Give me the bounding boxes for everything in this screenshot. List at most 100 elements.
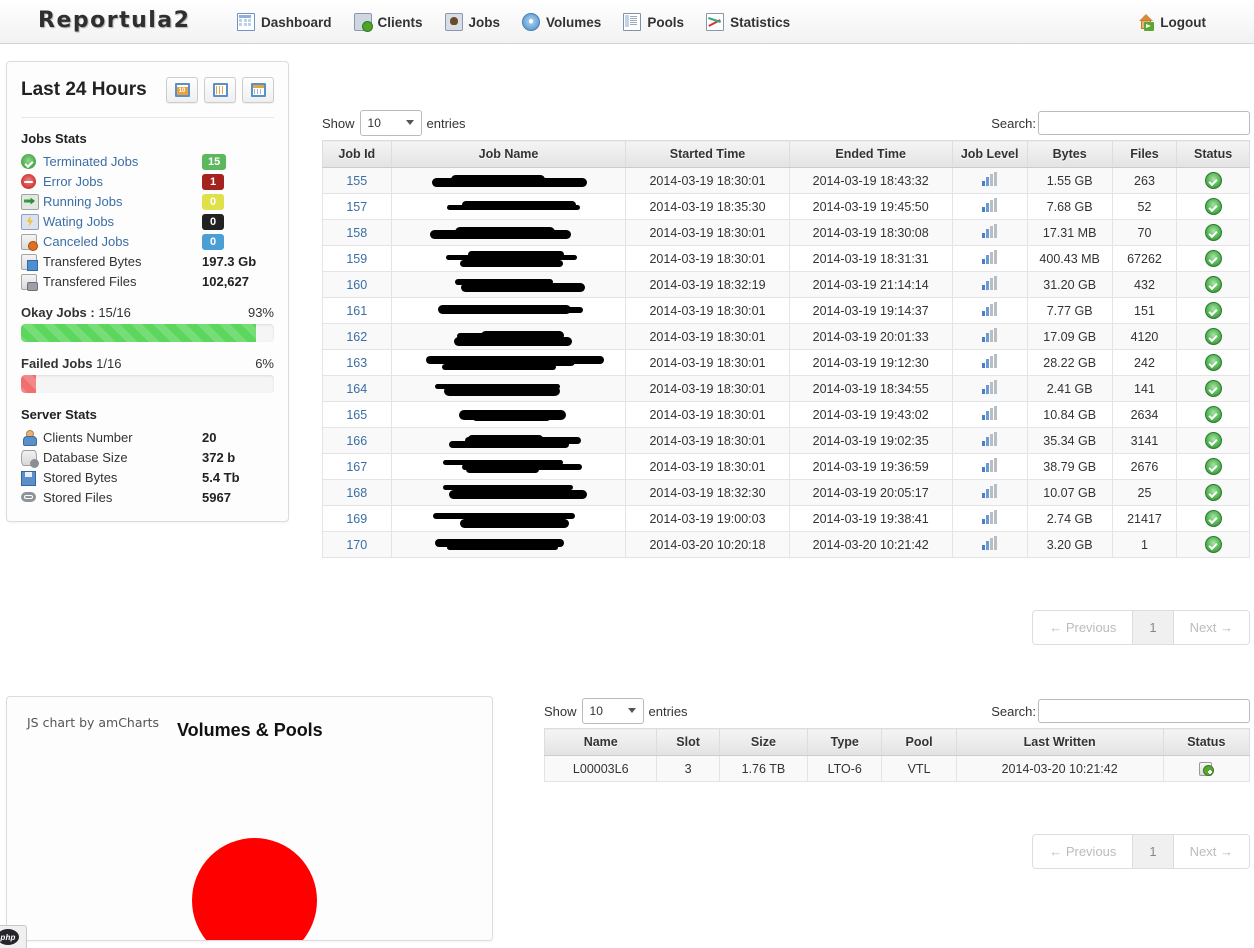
nav-item-pools[interactable]: Pools <box>623 13 684 31</box>
cell-job-id[interactable]: 166 <box>323 428 392 454</box>
cell-job-id[interactable]: 168 <box>323 480 392 506</box>
volumes-page-length-select[interactable]: 10 <box>582 698 644 724</box>
cell-job-name[interactable] <box>391 272 626 298</box>
week-range-button[interactable] <box>204 77 236 103</box>
cell-job-name[interactable] <box>391 194 626 220</box>
table-row[interactable]: 1652014-03-19 18:30:012014-03-19 19:43:0… <box>323 402 1250 428</box>
job-id-link[interactable]: 164 <box>346 382 367 396</box>
stat-row-error-jobs[interactable]: Error Jobs 1 <box>21 171 274 191</box>
table-row[interactable]: 1672014-03-19 18:30:012014-03-19 19:36:5… <box>323 454 1250 480</box>
job-id-link[interactable]: 155 <box>346 174 367 188</box>
nav-item-dashboard[interactable]: Dashboard <box>237 13 332 31</box>
column-header-job-name[interactable]: Job Name <box>391 141 626 168</box>
nav-item-jobs[interactable]: Jobs <box>445 13 501 31</box>
table-row[interactable]: 1632014-03-19 18:30:012014-03-19 19:12:3… <box>323 350 1250 376</box>
cell-job-name[interactable] <box>391 532 626 558</box>
job-id-link[interactable]: 169 <box>346 512 367 526</box>
job-id-link[interactable]: 167 <box>346 460 367 474</box>
column-header-files[interactable]: Files <box>1112 141 1176 168</box>
stat-row-canceled-jobs[interactable]: Canceled Jobs 0 <box>21 231 274 251</box>
table-row[interactable]: 1572014-03-19 18:35:302014-03-19 19:45:5… <box>323 194 1250 220</box>
nav-item-statistics[interactable]: Statistics <box>706 13 790 31</box>
cell-job-name[interactable] <box>391 246 626 272</box>
job-id-link[interactable]: 168 <box>346 486 367 500</box>
app-brand[interactable]: Reportula2 <box>38 8 190 33</box>
table-row[interactable]: 1552014-03-19 18:30:012014-03-19 18:43:3… <box>323 168 1250 194</box>
cell-job-id[interactable]: 163 <box>323 350 392 376</box>
cell-job-name[interactable] <box>391 298 626 324</box>
table-row[interactable]: 1682014-03-19 18:32:302014-03-19 20:05:1… <box>323 480 1250 506</box>
volumes-next-button[interactable]: Next → <box>1174 835 1249 868</box>
table-row[interactable]: 1602014-03-19 18:32:192014-03-19 21:14:1… <box>323 272 1250 298</box>
cell-job-id[interactable]: 167 <box>323 454 392 480</box>
table-row[interactable]: 1692014-03-19 19:00:032014-03-19 19:38:4… <box>323 506 1250 532</box>
table-row[interactable]: 1702014-03-20 10:20:182014-03-20 10:21:4… <box>323 532 1250 558</box>
cell-job-id[interactable]: 161 <box>323 298 392 324</box>
cell-job-id[interactable]: 165 <box>323 402 392 428</box>
column-header-ended-time[interactable]: Ended Time <box>789 141 952 168</box>
cell-job-id[interactable]: 157 <box>323 194 392 220</box>
cell-job-name[interactable] <box>391 480 626 506</box>
jobs-page-length-select[interactable]: 10 <box>360 110 422 136</box>
cell-job-name[interactable] <box>391 324 626 350</box>
table-row[interactable]: 1642014-03-19 18:30:012014-03-19 18:34:5… <box>323 376 1250 402</box>
job-id-link[interactable]: 166 <box>346 434 367 448</box>
volumes-search-input[interactable] <box>1038 699 1250 723</box>
cell-job-id[interactable]: 164 <box>323 376 392 402</box>
table-row[interactable]: 1592014-03-19 18:30:012014-03-19 18:31:3… <box>323 246 1250 272</box>
job-id-link[interactable]: 163 <box>346 356 367 370</box>
cell-job-id[interactable]: 159 <box>323 246 392 272</box>
stat-row-waiting-jobs[interactable]: Wating Jobs 0 <box>21 211 274 231</box>
cell-job-name[interactable] <box>391 402 626 428</box>
cell-job-name[interactable] <box>391 168 626 194</box>
cell-job-id[interactable]: 162 <box>323 324 392 350</box>
cell-job-name[interactable] <box>391 454 626 480</box>
table-row[interactable]: 1662014-03-19 18:30:012014-03-19 19:02:3… <box>323 428 1250 454</box>
cell-job-name[interactable] <box>391 220 626 246</box>
column-header-bytes[interactable]: Bytes <box>1027 141 1112 168</box>
cell-job-name[interactable] <box>391 376 626 402</box>
cell-job-name[interactable] <box>391 506 626 532</box>
volumes-previous-button[interactable]: ← Previous <box>1033 835 1133 868</box>
column-header-job-level[interactable]: Job Level <box>952 141 1027 168</box>
column-header-type[interactable]: Type <box>808 729 882 756</box>
cell-job-id[interactable]: 169 <box>323 506 392 532</box>
cell-job-id[interactable]: 155 <box>323 168 392 194</box>
job-id-link[interactable]: 170 <box>346 538 367 552</box>
month-range-button[interactable] <box>242 77 274 103</box>
day-range-button[interactable] <box>166 77 198 103</box>
jobs-next-button[interactable]: Next → <box>1174 611 1249 644</box>
nav-item-volumes[interactable]: Volumes <box>522 13 601 31</box>
cell-job-id[interactable]: 170 <box>323 532 392 558</box>
cell-job-name[interactable] <box>391 350 626 376</box>
job-id-link[interactable]: 162 <box>346 330 367 344</box>
stat-row-terminated-jobs[interactable]: Terminated Jobs 15 <box>21 151 274 171</box>
cell-job-id[interactable]: 160 <box>323 272 392 298</box>
cell-job-id[interactable]: 158 <box>323 220 392 246</box>
job-id-link[interactable]: 165 <box>346 408 367 422</box>
nav-item-clients[interactable]: Clients <box>354 13 423 31</box>
pie-slice-vtl[interactable] <box>192 838 317 941</box>
job-id-link[interactable]: 160 <box>346 278 367 292</box>
column-header-last-written[interactable]: Last Written <box>956 729 1163 756</box>
table-row[interactable]: 1622014-03-19 18:30:012014-03-19 20:01:3… <box>323 324 1250 350</box>
cell-job-name[interactable] <box>391 428 626 454</box>
job-id-link[interactable]: 158 <box>346 226 367 240</box>
volumes-page-1-button[interactable]: 1 <box>1133 835 1173 868</box>
stat-row-running-jobs[interactable]: Running Jobs 0 <box>21 191 274 211</box>
table-row[interactable]: 1612014-03-19 18:30:012014-03-19 19:14:3… <box>323 298 1250 324</box>
column-header-started-time[interactable]: Started Time <box>626 141 789 168</box>
column-header-job-id[interactable]: Job Id <box>323 141 392 168</box>
column-header-slot[interactable]: Slot <box>657 729 719 756</box>
column-header-size[interactable]: Size <box>719 729 807 756</box>
jobs-search-input[interactable] <box>1038 111 1250 135</box>
job-id-link[interactable]: 157 <box>346 200 367 214</box>
jobs-page-1-button[interactable]: 1 <box>1133 611 1173 644</box>
column-header-name[interactable]: Name <box>545 729 657 756</box>
table-row[interactable]: L00003L631.76 TBLTO-6VTL2014-03-20 10:21… <box>545 756 1250 782</box>
jobs-previous-button[interactable]: ← Previous <box>1033 611 1133 644</box>
job-id-link[interactable]: 159 <box>346 252 367 266</box>
column-header-status[interactable]: Status <box>1177 141 1250 168</box>
logout-button[interactable]: Logout <box>1138 14 1206 30</box>
table-row[interactable]: 1582014-03-19 18:30:012014-03-19 18:30:0… <box>323 220 1250 246</box>
